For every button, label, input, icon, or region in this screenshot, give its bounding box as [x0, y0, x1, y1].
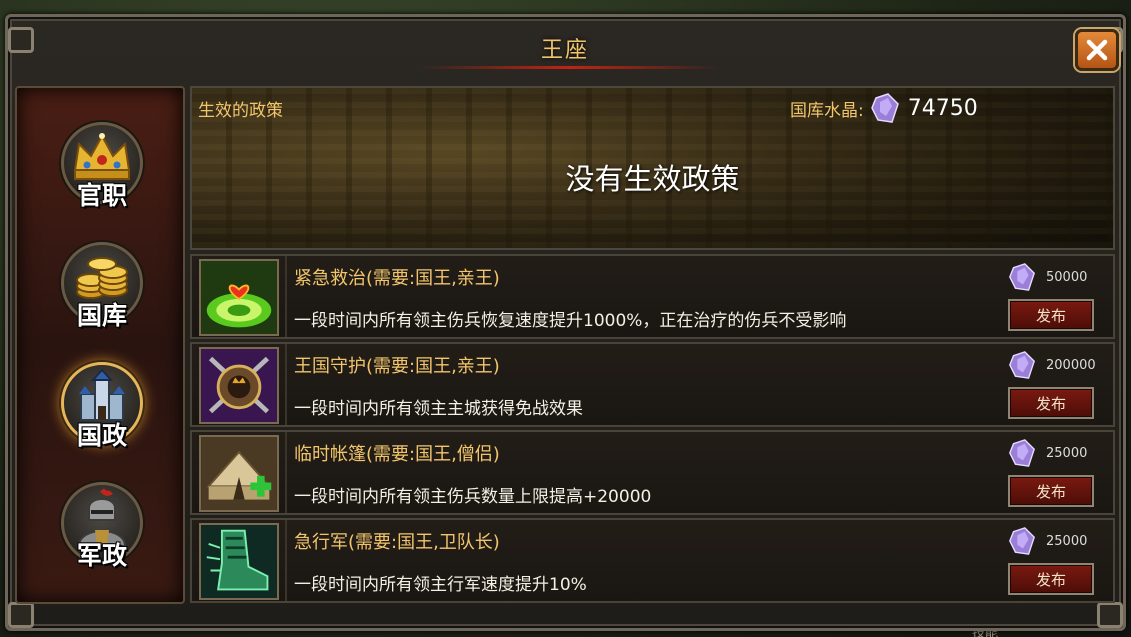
- sidebar: 官职 国库 国政 军政: [15, 86, 185, 604]
- crystal-icon: [1009, 439, 1035, 467]
- active-policies-banner: 生效的政策 国库水晶: 74750 没有生效政策: [190, 86, 1115, 250]
- divider: [285, 432, 287, 513]
- policy-description: 一段时间内所有领主伤兵数量上限提高+20000: [294, 487, 652, 507]
- policy-thumbnail: [199, 523, 279, 600]
- policy-cost: 50000: [1006, 261, 1087, 293]
- policy-row: 临时帐篷(需要:国王,僧侣) 一段时间内所有领主伤兵数量上限提高+20000 2…: [190, 430, 1115, 515]
- cost-value: 50000: [1046, 269, 1088, 285]
- policy-name: 临时帐篷(需要:国王,僧侣): [294, 444, 500, 465]
- publish-button[interactable]: 发布: [1008, 387, 1094, 419]
- publish-button[interactable]: 发布: [1008, 475, 1094, 507]
- sidebar-item-treasury[interactable]: 国库: [57, 238, 147, 348]
- policy-description: 一段时间内所有领主行军速度提升10%: [294, 575, 587, 595]
- policy-name: 王国守护(需要:国王,亲王): [294, 356, 500, 377]
- sidebar-item-policy[interactable]: 国政: [57, 358, 147, 468]
- frame-corner: [8, 602, 34, 628]
- cost-value: 25000: [1046, 445, 1088, 461]
- divider: [285, 256, 287, 337]
- crystal-icon: [870, 93, 899, 123]
- policy-row: 急行军(需要:国王,卫队长) 一段时间内所有领主行军速度提升10% 25000 …: [190, 518, 1115, 603]
- window-title: 王座: [540, 38, 589, 63]
- tent-icon: [201, 437, 277, 510]
- policy-description: 一段时间内所有领主伤兵恢复速度提升1000%，正在治疗的伤兵不受影响: [294, 311, 847, 331]
- policy-description: 一段时间内所有领主主城获得免战效果: [294, 399, 583, 419]
- sidebar-item-office[interactable]: 官职: [57, 118, 147, 228]
- cost-value: 25000: [1046, 533, 1088, 549]
- publish-button[interactable]: 发布: [1008, 563, 1094, 595]
- policy-row: 紧急救治(需要:国王,亲王) 一段时间内所有领主伤兵恢复速度提升1000%，正在…: [190, 254, 1115, 339]
- cost-value: 200000: [1046, 357, 1096, 373]
- title-underline: [420, 66, 720, 69]
- shield-icon: [201, 349, 277, 422]
- sidebar-item-label: 军政: [76, 541, 127, 570]
- policy-row: 王国守护(需要:国王,亲王) 一段时间内所有领主主城获得免战效果 200000 …: [190, 342, 1115, 427]
- treasury-label: 国库水晶:: [790, 100, 864, 121]
- sidebar-item-label: 国库: [76, 301, 127, 330]
- policy-thumbnail: [199, 347, 279, 424]
- crystal-icon: [1009, 351, 1035, 379]
- crystal-icon: [1009, 527, 1035, 555]
- policy-name: 紧急救治(需要:国王,亲王): [294, 268, 500, 289]
- sidebar-item-military[interactable]: 军政: [57, 478, 147, 588]
- policy-thumbnail: [199, 435, 279, 512]
- sidebar-item-label: 官职: [76, 181, 127, 210]
- boot-icon: [201, 525, 277, 598]
- treasury-value: 74750: [907, 95, 978, 121]
- publish-button[interactable]: 发布: [1008, 299, 1094, 331]
- policy-cost: 25000: [1006, 525, 1087, 557]
- close-button[interactable]: [1075, 29, 1119, 71]
- policy-name: 急行军(需要:国王,卫队长): [294, 532, 500, 553]
- window-title-bar: 王座: [20, 18, 1110, 74]
- policy-list: 紧急救治(需要:国王,亲王) 一段时间内所有领主伤兵恢复速度提升1000%，正在…: [190, 254, 1115, 604]
- frame-corner: [1097, 602, 1123, 628]
- crystal-icon: [1009, 263, 1035, 291]
- sidebar-item-label: 国政: [76, 421, 127, 450]
- divider: [285, 344, 287, 425]
- policy-cost: 25000: [1006, 437, 1087, 469]
- no-active-policy-text: 没有生效政策: [565, 162, 740, 196]
- policy-thumbnail: [199, 259, 279, 336]
- close-icon: [1086, 39, 1108, 61]
- heal-icon: [201, 261, 277, 334]
- treasury-crystal: 国库水晶: 74750: [790, 92, 978, 124]
- policy-cost: 200000: [1006, 349, 1096, 381]
- divider: [285, 520, 287, 601]
- active-policies-label: 生效的政策: [198, 101, 283, 121]
